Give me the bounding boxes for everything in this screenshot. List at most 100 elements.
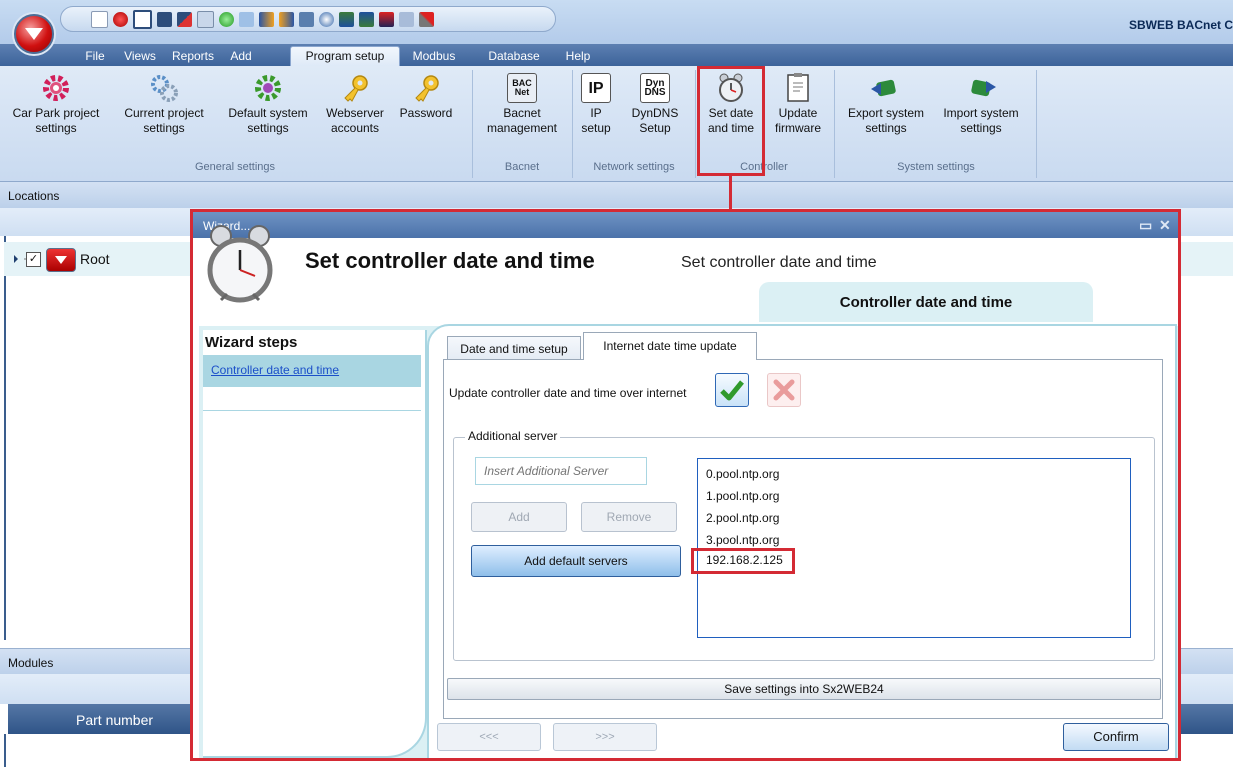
button-label: Current project: [124, 106, 204, 120]
button-label: Password: [399, 106, 453, 120]
locations-pane-header: Locations: [0, 182, 1233, 209]
modules-title: Modules: [8, 656, 54, 670]
ip-icon: IP: [579, 72, 613, 104]
tab-internet-date-time-update[interactable]: Internet date time update: [583, 332, 757, 360]
tools-icon[interactable]: [419, 11, 434, 27]
update-firmware-button[interactable]: Update firmware: [767, 68, 829, 136]
app-title: SBWEB BACnet C: [1129, 18, 1233, 32]
wizard-title: Set controller date and time: [305, 248, 595, 273]
wizard-title-bar: Wizard... ▭ ✕: [193, 212, 1178, 238]
open-icon[interactable]: [133, 9, 152, 29]
copy-icon[interactable]: [239, 11, 254, 27]
highlight-callout: [691, 548, 795, 574]
dyndns-icon: Dyn DNS: [638, 72, 672, 104]
list-item[interactable]: 3.pool.ntp.org: [706, 533, 779, 547]
gear-icon: [39, 72, 73, 104]
wizard-subtitle: Set controller date and time: [681, 254, 877, 271]
forward-icon[interactable]: [259, 11, 274, 27]
enable-update-button[interactable]: [715, 373, 749, 407]
list-icon[interactable]: [399, 11, 414, 27]
section-header: Controller date and time: [759, 282, 1093, 322]
dyndns-setup-button[interactable]: Dyn DNS DynDNS Setup: [620, 68, 690, 136]
ribbon-tab-bar: File Views Reports Add Program setup Mod…: [0, 44, 1233, 67]
key-icon: [338, 72, 372, 104]
wizard-step-link[interactable]: Controller date and time: [211, 363, 339, 377]
tab-program-setup[interactable]: Program setup: [290, 46, 400, 67]
column-header-part-number[interactable]: Part number: [76, 712, 153, 728]
save-as-icon[interactable]: [177, 11, 192, 27]
wizard-step-item[interactable]: Controller date and time: [203, 355, 421, 387]
tree-checkbox[interactable]: ✓: [26, 252, 41, 267]
webserver-accounts-button[interactable]: Webserver accounts: [320, 68, 390, 136]
section-title: Controller date and time: [839, 294, 1013, 311]
export-icon: [869, 72, 903, 104]
button-label: settings: [247, 121, 289, 135]
bacnet-icon: BAC Net: [505, 72, 539, 104]
alarm-clock-icon: [207, 225, 273, 303]
default-system-settings-button[interactable]: Default system settings: [218, 68, 318, 136]
button-label: settings: [865, 121, 907, 135]
confirm-button[interactable]: Confirm: [1063, 723, 1169, 751]
ip-setup-button[interactable]: IP IP setup: [576, 68, 616, 136]
edit-icon[interactable]: [197, 10, 214, 28]
antenna-icon[interactable]: [319, 11, 334, 27]
list-item[interactable]: 2.pool.ntp.org: [706, 511, 779, 525]
update-over-internet-label: Update controller date and time over int…: [449, 386, 687, 400]
bacnet-tile-text: BAC Net: [512, 78, 532, 97]
tab-add[interactable]: Add: [224, 47, 258, 66]
button-label: settings: [35, 121, 77, 135]
save-icon[interactable]: [157, 11, 172, 27]
disable-update-button[interactable]: [767, 373, 801, 407]
list-item[interactable]: 1.pool.ntp.org: [706, 489, 779, 503]
ribbon: Car Park project settings Current projec…: [0, 66, 1233, 182]
application-menu-button[interactable]: [14, 14, 54, 54]
tree-node-label: Root: [80, 251, 110, 267]
logo-icon: [25, 28, 43, 40]
button-label: DynDNS: [631, 106, 679, 120]
tab-help[interactable]: Help: [560, 47, 596, 66]
tab-date-and-time-setup[interactable]: Date and time setup: [447, 336, 581, 360]
back-icon[interactable]: [279, 11, 294, 27]
button-label: Car Park project: [12, 106, 100, 120]
button-label: Bacnet: [503, 106, 541, 120]
button-label: IP: [590, 106, 602, 120]
maximize-icon[interactable]: ▭: [1139, 217, 1152, 234]
refresh-icon[interactable]: [219, 11, 234, 27]
tab-file[interactable]: File: [78, 47, 112, 66]
save-settings-button[interactable]: Save settings into Sx2WEB24: [447, 678, 1161, 700]
flag-icon[interactable]: [379, 11, 394, 27]
record-icon[interactable]: [113, 11, 128, 27]
tab-modbus[interactable]: Modbus: [406, 47, 462, 66]
group-separator: [834, 70, 835, 178]
dyndns-tile-text: Dyn DNS: [644, 78, 666, 98]
password-button[interactable]: Password: [394, 68, 458, 121]
add-server-button[interactable]: Add: [471, 502, 567, 532]
bacnet-management-button[interactable]: BAC Net Bacnet management: [476, 68, 568, 136]
previous-step-button[interactable]: <<<: [437, 723, 541, 751]
button-label: accounts: [330, 121, 380, 135]
tree-icon[interactable]: [339, 11, 354, 27]
remove-server-button[interactable]: Remove: [581, 502, 677, 532]
document-icon: [781, 72, 815, 104]
tree-icon[interactable]: [359, 11, 374, 27]
additional-server-input[interactable]: [475, 457, 647, 485]
tab-reports[interactable]: Reports: [166, 47, 220, 66]
tab-views[interactable]: Views: [120, 47, 160, 66]
tab-database[interactable]: Database: [478, 47, 550, 66]
import-system-settings-button[interactable]: Import system settings: [934, 68, 1028, 136]
import-icon: [964, 72, 998, 104]
export-system-settings-button[interactable]: Export system settings: [840, 68, 932, 136]
list-item[interactable]: 0.pool.ntp.org: [706, 467, 779, 481]
network-icon[interactable]: [299, 11, 314, 27]
next-step-button[interactable]: >>>: [553, 723, 657, 751]
group-separator: [472, 70, 473, 178]
new-icon[interactable]: [91, 10, 108, 28]
gears-icon: [147, 72, 181, 104]
add-default-servers-button[interactable]: Add default servers: [471, 545, 681, 577]
button-label: settings: [960, 121, 1002, 135]
root-node-icon: [46, 248, 76, 272]
checkmark-icon: [720, 380, 744, 401]
car-park-settings-button[interactable]: Car Park project settings: [0, 68, 112, 136]
current-project-settings-button[interactable]: Current project settings: [114, 68, 214, 136]
close-icon[interactable]: ✕: [1159, 217, 1171, 234]
